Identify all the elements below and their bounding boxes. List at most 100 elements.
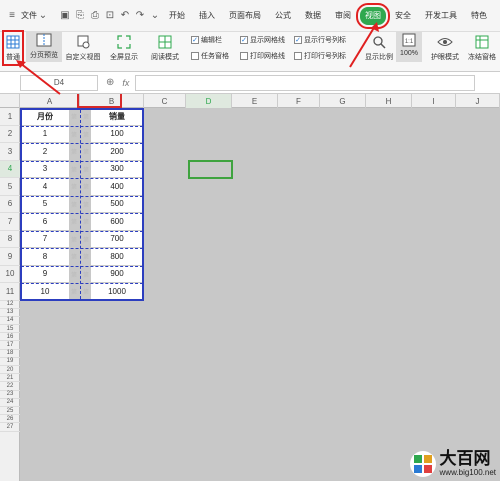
row-header-17[interactable]: 17 [0,342,20,350]
full-screen-button[interactable]: 全屏显示 [106,34,142,62]
formula-input[interactable] [135,74,476,91]
row-header-6[interactable]: 6 [0,196,20,213]
row-header-11[interactable]: 11 [0,283,20,301]
column-header-f[interactable]: F [278,94,320,108]
tab-review[interactable]: 审阅 [330,7,356,25]
tab-page-layout[interactable]: 页面布局 [224,7,266,25]
selected-cell-d4[interactable] [188,160,233,179]
undo-icon[interactable]: ↶ [119,10,131,22]
watermark-logo: 大百网 www.big100.net [409,450,496,477]
tab-data[interactable]: 数据 [300,7,326,25]
column-header-c[interactable]: C [144,94,186,108]
row-header-24[interactable]: 24 [0,399,20,408]
row-header-bar: 1 2 3 4 5 6 7 8 9 10 11 12 13 14 15 16 17 18 19 20 21 22 23 24 2… [0,108,20,481]
column-header-i[interactable]: I [412,94,456,108]
custom-view-label: 自定义视图 [65,54,101,61]
row-header-5[interactable]: 5 [0,178,20,196]
show-headers-checkbox[interactable]: ✓ 显示行号列标 [294,35,346,45]
print-page-border [20,108,144,301]
print-icon[interactable]: ⎙ [89,10,101,22]
edit-bar-checkbox[interactable]: ✓ 编辑栏 [191,35,222,45]
column-header-a[interactable]: A [20,94,80,108]
tab-developer[interactable]: 开发工具 [420,7,462,25]
tab-home[interactable]: 开始 [164,7,190,25]
checked-icon: ✓ [240,36,248,44]
reading-mode-button[interactable]: 阅读模式 [145,34,185,62]
row-header-1[interactable]: 1 [0,108,20,126]
zoom-icon[interactable]: ⊕ [106,77,114,88]
row-header-3[interactable]: 3 [0,143,20,161]
column-header-h[interactable]: H [366,94,412,108]
highlight-page-break [77,94,122,108]
name-box[interactable]: D4 [20,74,98,91]
freeze-panes-button[interactable]: 冻结窗格 [466,34,498,62]
menu-bar: ≡ 文件 ⌄ ▣ ⎘ ⎙ ⊡ ↶ ↷ ⌄ 开始 插入 页面布局 公式 数据 审阅… [0,0,500,32]
row-header-22[interactable]: 22 [0,383,20,391]
row-header-19[interactable]: 19 [0,358,20,367]
select-all-corner[interactable] [0,94,20,108]
column-header-d[interactable]: D [186,94,232,108]
row-header-16[interactable]: 16 [0,333,20,342]
row-header-14[interactable]: 14 [0,317,20,326]
checked-icon: ✓ [191,36,199,44]
column-header-j[interactable]: J [456,94,500,108]
file-menu[interactable]: ≡ 文件 ⌄ [6,7,52,25]
redo-icon[interactable]: ↷ [134,10,146,22]
row-header-26[interactable]: 26 [0,415,20,424]
row-header-10[interactable]: 10 [0,266,20,283]
watermark-url: www.big100.net [439,468,496,477]
show-headers-label: 显示行号列标 [304,37,346,44]
row-header-25[interactable]: 25 [0,407,20,416]
column-header-bar: A B C D E F G H I J [0,94,500,108]
print-gridlines-label: 打印网格线 [250,53,285,60]
row-header-15[interactable]: 15 [0,325,20,334]
full-screen-icon [115,34,133,50]
fx-icon[interactable]: fx [122,78,129,88]
row-header-9[interactable]: 9 [0,248,20,266]
row-header-23[interactable]: 23 [0,391,20,399]
tab-view[interactable]: 视图 [356,2,390,29]
page-break-preview-button[interactable]: 分页预览 [26,32,62,62]
file-menu-label: 文件 [21,11,37,20]
row-header-27[interactable]: 27 [0,424,20,432]
zoom-label: 显示比例 [365,54,393,61]
task-pane-checkbox[interactable]: 任务窗格 [191,51,229,61]
row-header-21[interactable]: 21 [0,374,20,383]
print-headers-checkbox[interactable]: 打印行号列标 [294,51,346,61]
sheet-grid[interactable]: A B C D E F G H I J 1 2 3 4 5 6 7 8 9 10 11 12 13 14 1… [0,94,500,481]
row-header-18[interactable]: 18 [0,350,20,358]
zoom-100-icon: 1:1 [400,32,418,48]
tab-formulas[interactable]: 公式 [270,7,296,25]
print-gridlines-checkbox[interactable]: 打印网格线 [240,51,285,61]
print-headers-label: 打印行号列标 [304,53,346,60]
eye-icon [436,34,454,50]
tab-special[interactable]: 特色 [466,7,492,25]
row-header-12[interactable]: 12 [0,301,20,309]
tab-insert[interactable]: 插入 [194,7,220,25]
zoom-100-label: 100% [400,50,418,57]
ribbon: 普通 分页预览 自定义视图 全屏显示 阅读模式 ✓ 编辑栏 任务窗格 ✓ 显示网… [0,30,500,72]
zoom-button[interactable]: 显示比例 [362,34,396,62]
row-header-20[interactable]: 20 [0,366,20,375]
row-header-8[interactable]: 8 [0,231,20,248]
save-icon[interactable]: ▣ [59,10,71,22]
row-header-2[interactable]: 2 [0,126,20,143]
svg-text:1:1: 1:1 [405,39,414,45]
row-header-4[interactable]: 4 [0,160,20,178]
zoom-100-button[interactable]: 1:1 100% [396,32,422,62]
custom-view-button[interactable]: 自定义视图 [65,34,101,62]
eye-protection-button[interactable]: 护眼模式 [428,34,462,62]
column-header-e[interactable]: E [232,94,278,108]
row-header-13[interactable]: 13 [0,309,20,317]
column-header-g[interactable]: G [320,94,366,108]
print-preview-icon[interactable]: ⊡ [104,10,116,22]
customize-icon[interactable]: ⌄ [149,10,161,22]
unchecked-icon [240,52,248,60]
show-gridlines-checkbox[interactable]: ✓ 显示网格线 [240,35,285,45]
tab-security[interactable]: 安全 [390,7,416,25]
reading-mode-label: 阅读模式 [151,54,179,61]
export-icon[interactable]: ⎘ [74,10,86,22]
task-pane-label: 任务窗格 [201,53,229,60]
reading-mode-icon [156,34,174,50]
row-header-7[interactable]: 7 [0,213,20,231]
